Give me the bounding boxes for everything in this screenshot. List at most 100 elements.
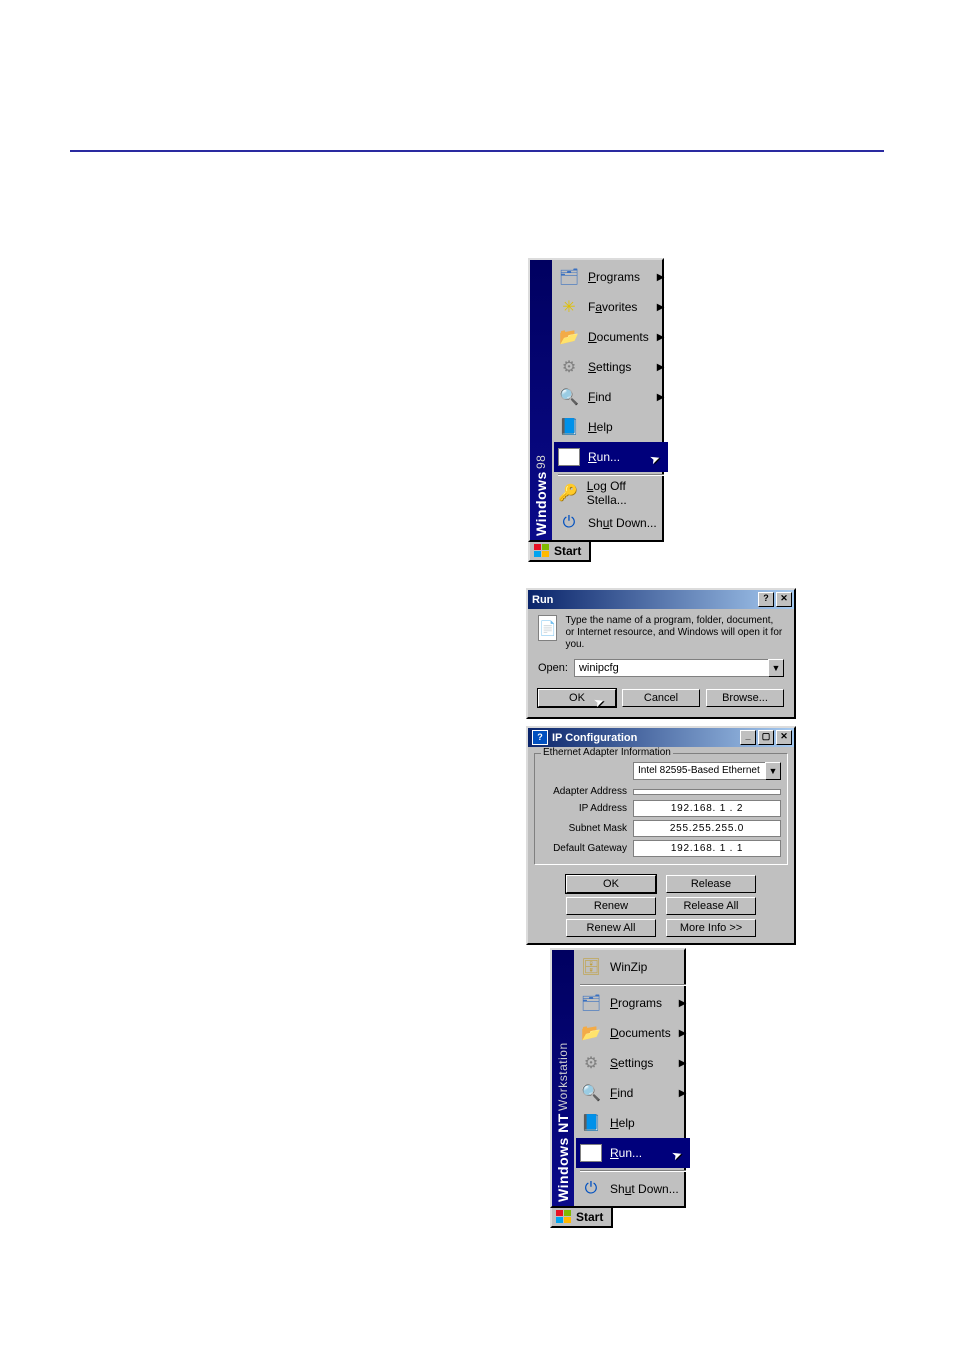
- menu-item-label: Documents: [588, 330, 649, 344]
- start-button[interactable]: Start: [528, 540, 591, 562]
- programs-icon: 🗂: [580, 992, 602, 1014]
- menu-item-label: Programs: [610, 996, 662, 1010]
- ipcfg-titlebar: ? IP Configuration _ ▢ ✕: [528, 728, 794, 747]
- close-button[interactable]: ✕: [776, 730, 792, 745]
- start-menu-item-documents[interactable]: 📂Documents▶: [576, 1018, 690, 1048]
- submenu-arrow-icon: ▶: [657, 272, 665, 283]
- maximize-button[interactable]: ▢: [758, 730, 774, 745]
- menu-item-label: Favorites: [588, 300, 637, 314]
- ip-address-label: IP Address: [541, 803, 633, 814]
- close-button[interactable]: ✕: [776, 592, 792, 607]
- windows-flag-icon: [556, 1210, 572, 1224]
- menu-item-label: Help: [610, 1116, 635, 1130]
- start-menu-band: Windows 98: [530, 260, 552, 540]
- start-menu-item-shut-down[interactable]: ⏻ Shut Down...: [576, 1174, 690, 1204]
- ok-button[interactable]: OK: [566, 875, 656, 893]
- ip-configuration-dialog: ? IP Configuration _ ▢ ✕ Ethernet Adapte…: [526, 726, 796, 945]
- start-menu-item-find[interactable]: 🔍 Find ▶: [576, 1078, 690, 1108]
- start-menu-item-run[interactable]: ▶Run...➤: [576, 1138, 690, 1168]
- help-icon: 📘: [558, 416, 580, 438]
- submenu-arrow-icon: ▶: [679, 1028, 687, 1039]
- menu-item-label: Programs: [588, 270, 640, 284]
- start-label: Start: [576, 1210, 603, 1224]
- start-menu-item-programs[interactable]: 🗂 Programs ▶: [554, 262, 668, 292]
- submenu-arrow-icon: ▶: [657, 302, 665, 313]
- menu-separator: [558, 474, 664, 476]
- band-sub: Workstation: [556, 1042, 570, 1111]
- run-icon: ▶: [580, 1144, 602, 1162]
- help-icon: 📘: [580, 1112, 602, 1134]
- default-gateway-label: Default Gateway: [541, 843, 633, 854]
- documents-icon: 📂: [558, 326, 580, 348]
- cancel-button[interactable]: Cancel: [622, 689, 700, 707]
- menu-item-label: Shut Down...: [610, 1182, 679, 1196]
- minimize-button[interactable]: _: [740, 730, 756, 745]
- submenu-arrow-icon: ▶: [657, 332, 665, 343]
- start-menu-item-help[interactable]: 📘Help: [554, 412, 668, 442]
- start-menu-win98: Windows 98 🗂 Programs ▶ ✳ Favorites ▶ 📂 Document…: [528, 258, 664, 542]
- release-all-button[interactable]: Release All: [666, 897, 756, 915]
- run-icon: ▶: [558, 448, 580, 466]
- start-menu-item-documents[interactable]: 📂 Documents ▶: [554, 322, 668, 352]
- start-menu-item-run[interactable]: ▶Run...➤: [554, 442, 668, 472]
- start-menu-item-programs[interactable]: 🗂 Programs ▶: [576, 988, 690, 1018]
- favorites-icon: ✳: [558, 296, 580, 318]
- adapter-select-value: Intel 82595-Based Ethernet: [633, 762, 765, 780]
- renew-all-button[interactable]: Renew All: [566, 919, 656, 937]
- shutdown-icon: ⏻: [580, 1178, 602, 1200]
- default-gateway-value: 192.168. 1 . 1: [633, 840, 781, 857]
- menu-item-label: Find: [610, 1086, 633, 1100]
- menu-item-label: Run...: [610, 1146, 642, 1160]
- open-dropdown-button[interactable]: ▼: [768, 659, 784, 677]
- menu-item-label: Run...: [588, 450, 620, 464]
- run-titlebar: Run ? ✕: [528, 590, 794, 609]
- find-icon: 🔍: [558, 386, 580, 408]
- start-menu-winnt: Windows NTWorkstation 🗄WinZip🗂Programs▶📂…: [550, 948, 686, 1208]
- start-menu-band: Windows NTWorkstation: [552, 950, 574, 1206]
- adapter-select-dropdown[interactable]: ▼: [765, 762, 781, 780]
- submenu-arrow-icon: ▶: [679, 1088, 687, 1099]
- ipcfg-app-icon: ?: [532, 730, 548, 745]
- run-title: Run: [532, 594, 553, 606]
- renew-button[interactable]: Renew: [566, 897, 656, 915]
- start-menu-item-find[interactable]: 🔍 Find ▶: [554, 382, 668, 412]
- find-icon: 🔍: [580, 1082, 602, 1104]
- start-menu-item-winzip[interactable]: 🗄WinZip: [576, 952, 690, 982]
- start-menu-item-help[interactable]: 📘 Help: [576, 1108, 690, 1138]
- programs-icon: 🗂: [558, 266, 580, 288]
- submenu-arrow-icon: ▶: [679, 998, 687, 1009]
- more-info-button[interactable]: More Info >>: [666, 919, 756, 937]
- menu-item-label: Find: [588, 390, 611, 404]
- open-input[interactable]: [574, 659, 768, 677]
- start-menu-item-settings[interactable]: ⚙ Settings ▶: [576, 1048, 690, 1078]
- ok-button[interactable]: OK: [538, 689, 616, 707]
- start-menu-item-shut-down[interactable]: ⏻Shut Down...: [554, 508, 668, 538]
- menu-item-label: WinZip: [610, 960, 647, 974]
- start-menu-items: 🗂 Programs ▶ ✳ Favorites ▶ 📂 Documents ▶ ⚙Setting…: [552, 260, 670, 540]
- submenu-arrow-icon: ▶: [679, 1058, 687, 1069]
- open-label: Open:: [538, 662, 568, 674]
- start-menu-item-log-off-stella[interactable]: 🔑Log Off Stella...: [554, 478, 668, 508]
- browse-button[interactable]: Browse...: [706, 689, 784, 707]
- subnet-mask-label: Subnet Mask: [541, 823, 633, 834]
- settings-icon: ⚙: [580, 1052, 602, 1074]
- logoff-icon: 🔑: [558, 482, 579, 504]
- menu-item-label: Settings: [610, 1056, 653, 1070]
- submenu-arrow-icon: ▶: [657, 392, 665, 403]
- ipcfg-title: IP Configuration: [552, 732, 637, 744]
- ethernet-group: Ethernet Adapter Information Intel 82595…: [534, 753, 788, 865]
- menu-item-label: Shut Down...: [588, 516, 657, 530]
- help-button[interactable]: ?: [758, 592, 774, 607]
- group-label: Ethernet Adapter Information: [541, 747, 673, 758]
- run-dialog-icon: 📄: [538, 615, 557, 641]
- adapter-address-value: [633, 789, 781, 795]
- settings-icon: ⚙: [558, 356, 580, 378]
- start-button[interactable]: Start: [550, 1206, 613, 1228]
- band-sub: 98: [534, 455, 548, 469]
- start-menu-item-favorites[interactable]: ✳ Favorites ▶: [554, 292, 668, 322]
- band-main: Windows: [533, 471, 549, 536]
- documents-icon: 📂: [580, 1022, 602, 1044]
- ip-address-value: 192.168. 1 . 2: [633, 800, 781, 817]
- start-menu-item-settings[interactable]: ⚙Settings▶: [554, 352, 668, 382]
- release-button[interactable]: Release: [666, 875, 756, 893]
